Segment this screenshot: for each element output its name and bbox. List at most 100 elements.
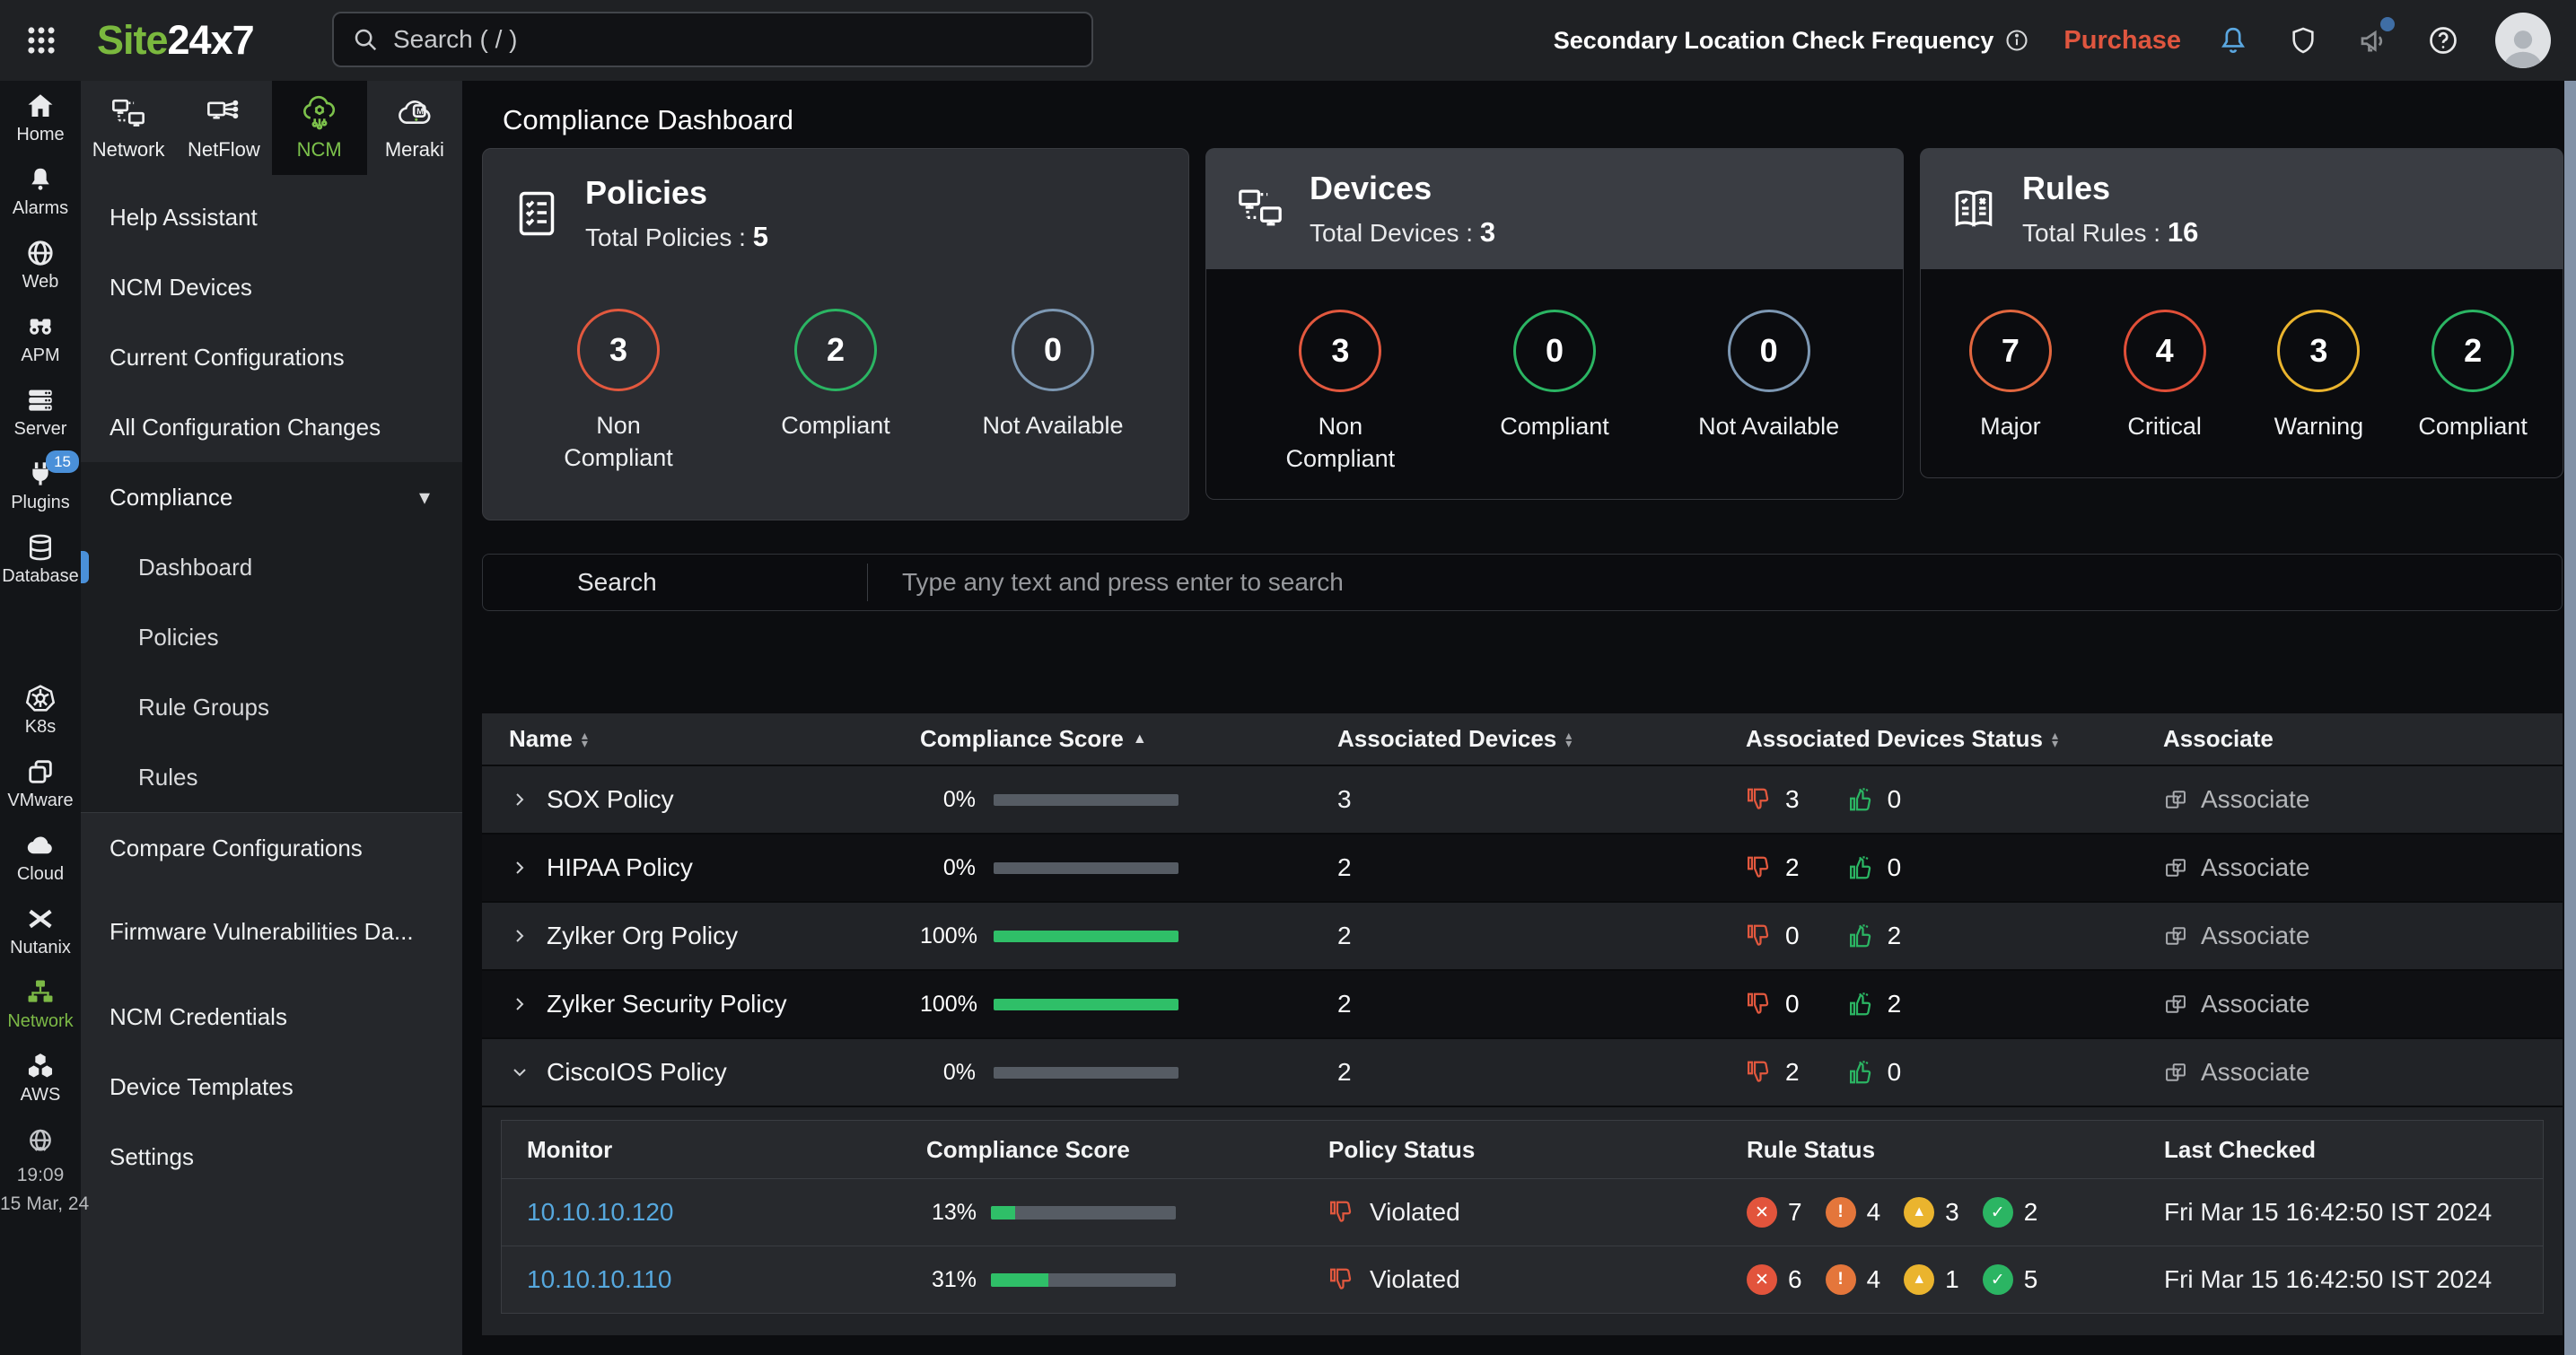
- rail-item-nutanix[interactable]: Nutanix: [0, 894, 81, 967]
- sort-asc-icon: ▲: [1133, 731, 1147, 747]
- score-percent: 100%: [920, 992, 976, 1018]
- sidebar-item-ncm-devices[interactable]: NCM Devices: [81, 252, 462, 322]
- app-grid-icon[interactable]: [22, 21, 61, 60]
- notifications-bell-icon[interactable]: [2215, 22, 2251, 58]
- sidebar-item-dashboard[interactable]: Dashboard: [81, 532, 462, 602]
- info-icon[interactable]: [2004, 28, 2029, 53]
- sidebar-item-compare-configurations[interactable]: Compare Configurations: [81, 813, 462, 883]
- user-avatar[interactable]: [2495, 13, 2551, 68]
- associated-devices-count: 2: [1337, 990, 1352, 1018]
- rail-item-database[interactable]: Database: [0, 522, 81, 596]
- table-header: Name ▴▾ Compliance Score ▲ Associated De…: [482, 713, 2563, 765]
- tab-network[interactable]: Network: [81, 81, 176, 175]
- rail-item-network[interactable]: Network: [0, 967, 81, 1041]
- stat-rules-warning: 3 Warning: [2247, 310, 2389, 477]
- table-row-expanded[interactable]: CiscoIOS Policy 0% 2 2 0 Associate: [482, 1037, 2563, 1106]
- associate-button[interactable]: Associate: [2163, 785, 2309, 814]
- table-search-label: Search: [483, 568, 867, 597]
- sidebar-item-all-configuration-changes[interactable]: All Configuration Changes: [81, 392, 462, 462]
- associate-button[interactable]: Associate: [2163, 1058, 2309, 1087]
- expand-chevron-icon[interactable]: [509, 925, 530, 947]
- monitor-link[interactable]: 10.10.10.120: [527, 1198, 674, 1227]
- rail-item-web[interactable]: Web: [0, 228, 81, 302]
- vertical-scrollbar[interactable]: [2564, 81, 2576, 1355]
- table-row[interactable]: Zylker Security Policy 100% 2 0 2 Associ…: [482, 969, 2563, 1037]
- major-badge-icon: !: [1826, 1264, 1856, 1295]
- rail-item-alarms[interactable]: Alarms: [0, 154, 81, 228]
- thumbs-up-icon: [1848, 786, 1875, 813]
- collapse-chevron-icon[interactable]: [509, 1062, 530, 1083]
- sort-both-icon: ▴▾: [1565, 731, 1572, 747]
- stat-policies-non-compliant: 3 Non Compliant: [541, 309, 696, 475]
- thumbs-down-icon: [1746, 786, 1773, 813]
- sidebar-item-current-configurations[interactable]: Current Configurations: [81, 322, 462, 392]
- expand-chevron-icon[interactable]: [509, 993, 530, 1015]
- rail-item-apm[interactable]: APM: [0, 302, 81, 375]
- rail-item-vmware[interactable]: VMware: [0, 747, 81, 820]
- thumbs-up-icon: [1848, 854, 1875, 881]
- associated-devices-count: 2: [1337, 853, 1352, 882]
- tab-ncm[interactable]: NCM: [272, 81, 367, 175]
- rail-item-server[interactable]: Server: [0, 375, 81, 449]
- tab-netflow[interactable]: NetFlow: [176, 81, 271, 175]
- sidebar-item-firmware-vulnerabilities[interactable]: Firmware Vulnerabilities Da...: [81, 883, 462, 982]
- devices-status: 2 0: [1746, 835, 1901, 901]
- score-percent: 0%: [920, 1060, 976, 1086]
- devices-card-total: Total Devices : 3: [1310, 216, 1495, 249]
- associated-devices-count: 3: [1337, 785, 1352, 814]
- global-search-input[interactable]: Search ( / ): [332, 12, 1093, 67]
- table-row[interactable]: Zylker Org Policy 100% 2 0 2 Associate: [482, 901, 2563, 969]
- sidebar-item-compliance[interactable]: Compliance ▾: [81, 462, 462, 532]
- table-search-input[interactable]: Search Type any text and press enter to …: [482, 554, 2563, 611]
- sidebar-item-settings[interactable]: Settings: [81, 1122, 462, 1192]
- stat-policies-not-available: 0 Not Available: [976, 309, 1130, 475]
- rail-item-cloud[interactable]: Cloud: [0, 820, 81, 894]
- main-content: Compliance Dashboard Policies Total Poli…: [462, 81, 2576, 1355]
- plugins-count-badge: 15: [46, 450, 79, 473]
- sidebar-item-rule-groups[interactable]: Rule Groups: [81, 672, 462, 742]
- table-row[interactable]: HIPAA Policy 0% 2 2 0 Associate: [482, 833, 2563, 901]
- subtable-header: Monitor Compliance Score Policy Status R…: [502, 1121, 2543, 1178]
- secondary-location-label: Secondary Location Check Frequency: [1554, 27, 2030, 55]
- associated-devices-count: 2: [1337, 1058, 1352, 1087]
- col-associated-devices-status[interactable]: Associated Devices Status ▴▾: [1746, 713, 2058, 765]
- tab-meraki[interactable]: M Meraki: [367, 81, 462, 175]
- expand-chevron-icon[interactable]: [509, 789, 530, 810]
- associate-button[interactable]: Associate: [2163, 853, 2309, 882]
- col-associated-devices[interactable]: Associated Devices ▴▾: [1337, 713, 1572, 765]
- rail-item-home[interactable]: Home: [0, 81, 81, 154]
- monitor-link[interactable]: 10.10.10.110: [527, 1265, 671, 1294]
- rules-card-title: Rules: [2022, 170, 2198, 207]
- rules-card: Rules Total Rules : 16 7 Major 4 Critica…: [1920, 148, 2563, 478]
- rail-item-k8s[interactable]: K8s: [0, 673, 81, 747]
- warning-badge-icon: ▲: [1904, 1264, 1934, 1295]
- network-topology-icon: [24, 977, 57, 1008]
- progress-bar: [994, 862, 1178, 874]
- check-badge-icon: ✓: [1983, 1197, 2013, 1228]
- shield-icon[interactable]: [2285, 22, 2321, 58]
- devices-monitors-icon: [1232, 184, 1288, 234]
- announcements-megaphone-icon[interactable]: [2355, 22, 2391, 58]
- col-name[interactable]: Name ▴▾: [509, 713, 588, 765]
- sidebar-item-ncm-credentials[interactable]: NCM Credentials: [81, 982, 462, 1052]
- rail-item-plugins[interactable]: 15 Plugins: [0, 449, 81, 522]
- rule-status: ✕6 !4 ▲1 ✓5: [1747, 1246, 2050, 1313]
- k8s-helm-icon: [25, 683, 56, 713]
- sidebar-item-rules[interactable]: Rules: [81, 742, 462, 812]
- purchase-link[interactable]: Purchase: [2063, 26, 2181, 56]
- col-compliance-score[interactable]: Compliance Score ▲: [920, 713, 1147, 765]
- sidebar-item-device-templates[interactable]: Device Templates: [81, 1052, 462, 1122]
- sidebar-item-help-assistant[interactable]: Help Assistant: [81, 182, 462, 252]
- expand-chevron-icon[interactable]: [509, 857, 530, 879]
- ncm-cloud-gear-icon: [299, 95, 340, 133]
- sidebar-item-policies[interactable]: Policies: [81, 602, 462, 672]
- associate-button[interactable]: Associate: [2163, 922, 2309, 950]
- expanded-row-panel: Monitor Compliance Score Policy Status R…: [482, 1106, 2563, 1335]
- table-row[interactable]: SOX Policy 0% 3 3 0 Associate: [482, 765, 2563, 833]
- rail-item-aws[interactable]: AWS: [0, 1041, 81, 1115]
- help-icon[interactable]: [2425, 22, 2461, 58]
- progress-bar: [994, 999, 1178, 1010]
- web-globe-icon: [25, 238, 56, 268]
- netflow-icon: [203, 95, 244, 133]
- associate-button[interactable]: Associate: [2163, 990, 2309, 1018]
